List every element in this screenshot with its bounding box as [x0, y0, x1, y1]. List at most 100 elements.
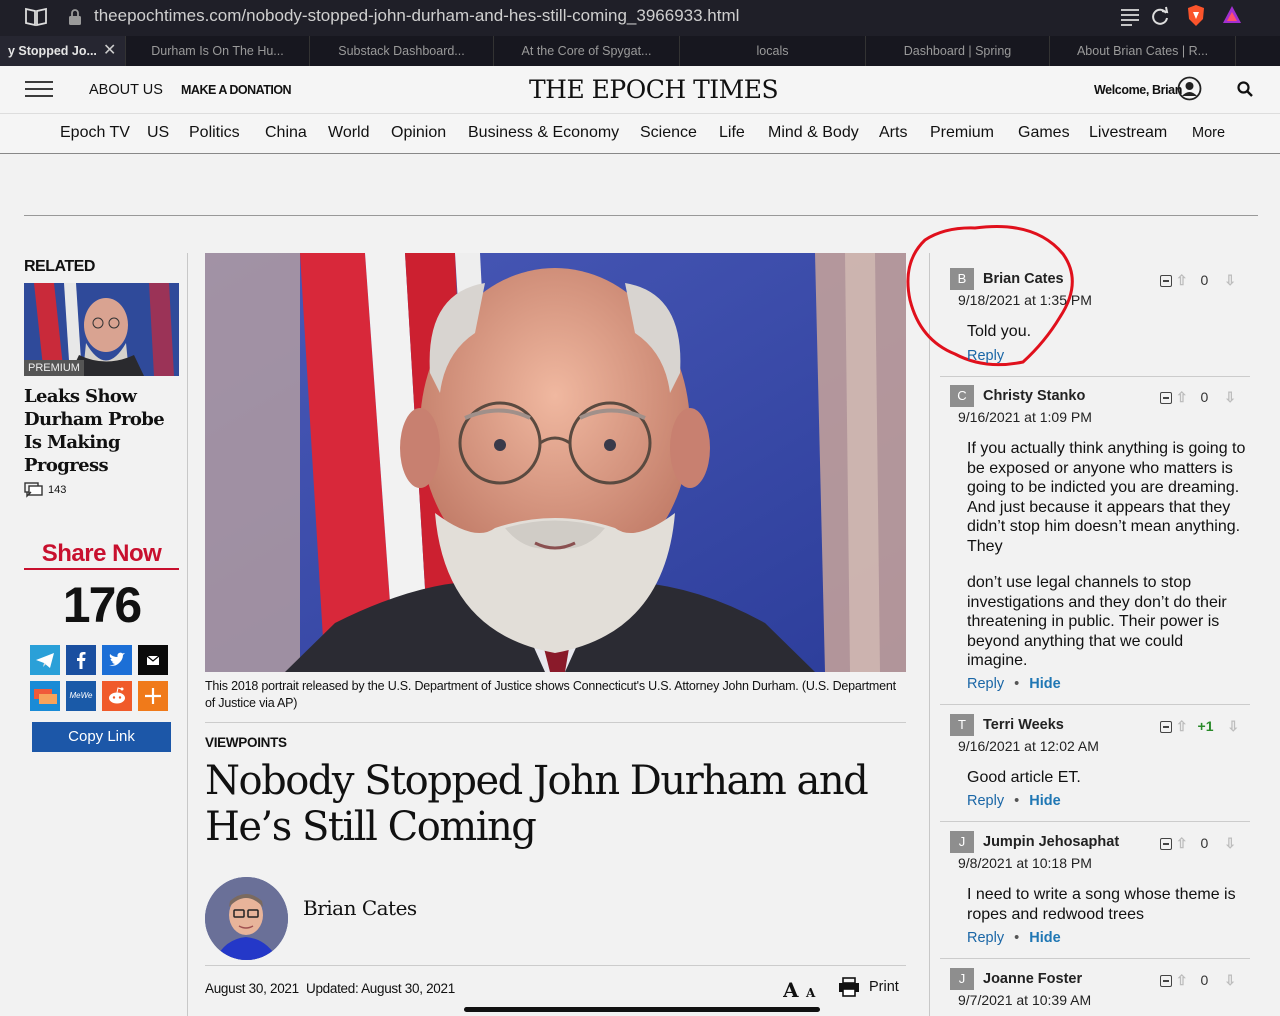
author-name[interactable]: Brian Cates [303, 896, 417, 920]
font-size-icon[interactable]: A A [783, 978, 819, 1000]
nav-opinion[interactable]: Opinion [391, 124, 446, 142]
action-separator: • [1014, 793, 1020, 809]
upvote-icon[interactable]: ⇧ [1176, 389, 1188, 405]
downvote-icon[interactable]: ⇩ [1224, 272, 1236, 288]
downvote-icon[interactable]: ⇩ [1224, 389, 1236, 405]
parler-share-button[interactable] [30, 681, 60, 711]
tab-active[interactable]: y Stopped Jo... ✕ [0, 36, 126, 66]
collapse-icon[interactable] [1160, 721, 1172, 734]
parler-icon [34, 689, 57, 704]
telegram-share-button[interactable] [30, 645, 60, 675]
vote-controls: ⇧ 0 ⇩ [1160, 389, 1240, 406]
tab-label: Substack Dashboard... [338, 44, 465, 58]
search-icon[interactable] [1237, 81, 1253, 97]
about-us-link[interactable]: ABOUT US [89, 82, 163, 98]
printer-icon[interactable] [838, 977, 860, 997]
nav-epoch-tv[interactable]: Epoch TV [60, 124, 130, 142]
upvote-icon[interactable]: ⇧ [1176, 835, 1188, 851]
hide-link[interactable]: Hide [1029, 793, 1060, 809]
vote-controls: ⇧ 0 ⇩ [1160, 972, 1240, 989]
nav-mind-body[interactable]: Mind & Body [768, 124, 859, 142]
downvote-icon[interactable]: ⇩ [1224, 835, 1236, 851]
donate-link[interactable]: MAKE A DONATION [181, 83, 292, 97]
reply-link[interactable]: Reply [967, 793, 1004, 809]
downvote-icon[interactable]: ⇩ [1227, 718, 1239, 734]
nav-livestream[interactable]: Livestream [1089, 124, 1167, 142]
publish-date: August 30, 2021 [205, 981, 299, 996]
lock-icon [69, 9, 81, 25]
brave-rewards-icon[interactable] [1222, 4, 1242, 26]
comment-text: I need to write a song whose theme is ro… [967, 886, 1236, 923]
related-article-title[interactable]: Leaks Show Durham Probe Is Making Progre… [24, 385, 174, 477]
comment-date: 9/7/2021 at 10:39 AM [958, 992, 1092, 1008]
hide-link[interactable]: Hide [1029, 930, 1060, 946]
reader-list-icon[interactable] [1120, 6, 1140, 28]
upvote-icon[interactable]: ⇧ [1176, 272, 1188, 288]
author-avatar[interactable] [205, 877, 288, 960]
nav-business-economy[interactable]: Business & Economy [468, 124, 619, 142]
related-thumbnail[interactable]: PREMIUM [24, 283, 179, 376]
vote-score: 0 [1200, 972, 1209, 988]
tab-substack[interactable]: Substack Dashboard... [310, 36, 494, 66]
collapse-icon[interactable] [1160, 838, 1172, 851]
nav-arts[interactable]: Arts [879, 124, 907, 142]
upvote-icon[interactable]: ⇧ [1176, 718, 1188, 734]
downvote-icon[interactable]: ⇩ [1224, 972, 1236, 988]
comment-actions: Reply • Hide [967, 930, 1061, 946]
vote-score: +1 [1197, 718, 1214, 734]
tab-about-brian[interactable]: About Brian Cates | R... [1050, 36, 1236, 66]
nav-more[interactable]: More [1192, 125, 1225, 141]
nav-politics[interactable]: Politics [189, 124, 240, 142]
nav-china[interactable]: China [265, 124, 307, 142]
url-text[interactable]: theepochtimes.com/nobody-stopped-john-du… [94, 6, 739, 26]
reply-link[interactable]: Reply [967, 930, 1004, 946]
twitter-share-button[interactable] [102, 645, 132, 675]
comment-text: Told you. [967, 323, 1032, 340]
reply-link[interactable]: Reply [967, 676, 1004, 692]
article-category[interactable]: VIEWPOINTS [205, 735, 287, 750]
upvote-icon[interactable]: ⇧ [1176, 972, 1188, 988]
close-icon[interactable]: ✕ [103, 36, 116, 66]
nav-world[interactable]: World [328, 124, 370, 142]
tab-spygate[interactable]: At the Core of Spygat... [494, 36, 680, 66]
collapse-icon[interactable] [1160, 392, 1172, 405]
collapse-icon[interactable] [1160, 975, 1172, 988]
collapse-icon[interactable] [1160, 275, 1172, 288]
nav-premium[interactable]: Premium [930, 124, 994, 142]
commenter-avatar: J [950, 831, 974, 853]
mewe-share-button[interactable]: MeWe [66, 681, 96, 711]
article-title: Nobody Stopped John Durham and He’s Stil… [205, 758, 869, 850]
facebook-share-button[interactable] [66, 645, 96, 675]
copy-link-button[interactable]: Copy Link [32, 722, 171, 752]
commenter-name[interactable]: Terri Weeks [983, 717, 1064, 733]
hide-link[interactable]: Hide [1029, 676, 1060, 692]
commenter-name[interactable]: Joanne Foster [983, 971, 1082, 987]
brave-shield-icon[interactable] [1186, 4, 1206, 28]
commenter-name[interactable]: Jumpin Jehosaphat [983, 834, 1119, 850]
more-share-button[interactable] [138, 681, 168, 711]
vote-controls: ⇧ 0 ⇩ [1160, 272, 1240, 289]
tab-spring[interactable]: Dashboard | Spring [866, 36, 1050, 66]
commenter-name[interactable]: Christy Stanko [983, 388, 1085, 404]
nav-science[interactable]: Science [640, 124, 697, 142]
reddit-share-button[interactable] [102, 681, 132, 711]
image-caption: This 2018 portrait released by the U.S. … [205, 679, 896, 710]
nav-us[interactable]: US [147, 124, 169, 142]
tab-durham[interactable]: Durham Is On The Hu... [126, 36, 310, 66]
reply-link[interactable]: Reply [967, 348, 1004, 364]
main-nav: Epoch TV US Politics China World Opinion… [0, 114, 1280, 154]
print-link[interactable]: Print [869, 979, 899, 995]
hamburger-menu-icon[interactable] [25, 80, 53, 98]
reload-icon[interactable] [1150, 5, 1170, 27]
reader-mode-icon[interactable] [24, 6, 48, 28]
nav-games[interactable]: Games [1018, 124, 1070, 142]
commenter-name[interactable]: Brian Cates [983, 271, 1064, 287]
comment-divider [940, 958, 1250, 959]
welcome-text[interactable]: Welcome, Brian [1094, 83, 1182, 97]
nav-life[interactable]: Life [719, 124, 745, 142]
comment-divider [940, 704, 1250, 705]
user-account-icon[interactable] [1177, 76, 1202, 101]
tab-locals[interactable]: locals [680, 36, 866, 66]
site-logo[interactable]: THE EPOCH TIMES [529, 75, 779, 104]
email-share-button[interactable] [138, 645, 168, 675]
